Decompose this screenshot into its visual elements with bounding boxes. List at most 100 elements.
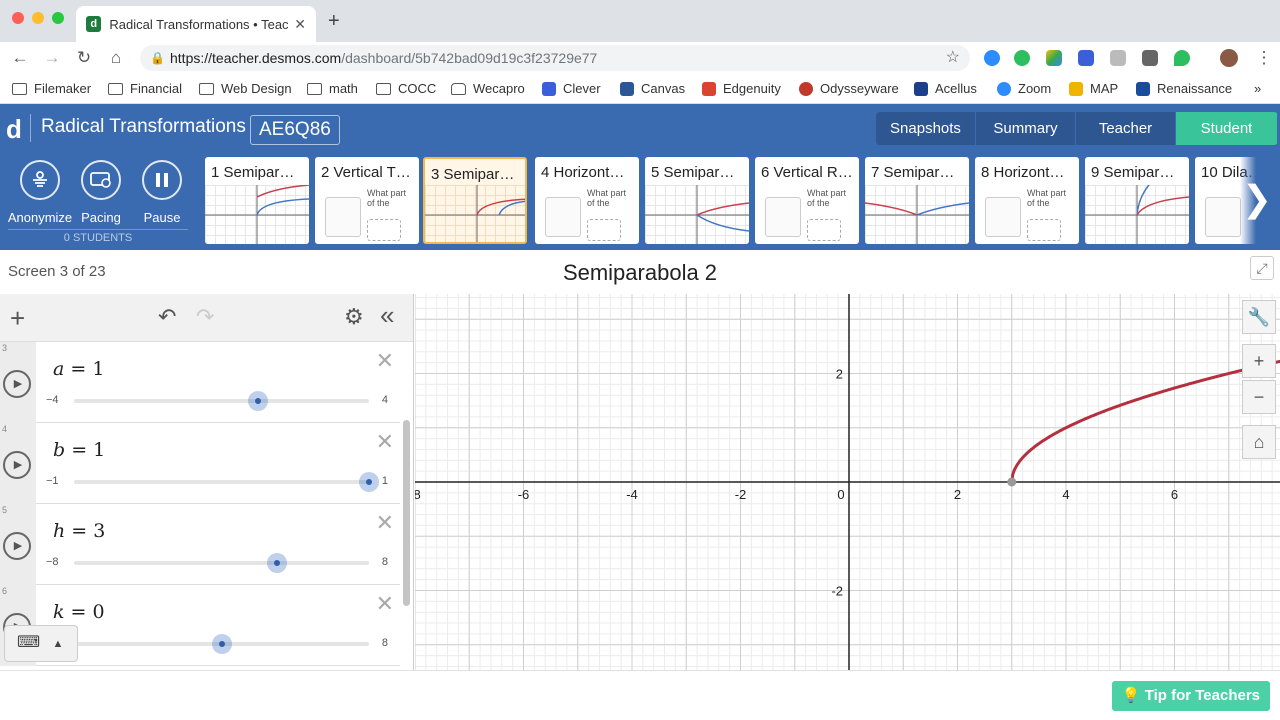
collapse-panel-icon[interactable]: « [380, 300, 394, 331]
bookmark-financial[interactable]: Financial [108, 81, 182, 96]
slider-value: 1 [92, 358, 105, 380]
graph-paper[interactable]: -8-6-4-2024682-2 [415, 294, 1280, 670]
nav-student[interactable]: Student [1176, 112, 1278, 145]
browser-tab[interactable]: d Radical Transformations • Teac ✕ [76, 6, 316, 42]
delete-expression-icon[interactable]: ✕ [376, 429, 394, 455]
next-screens-chevron-icon[interactable]: ❯ [1240, 152, 1280, 250]
slider-track[interactable] [74, 634, 369, 654]
bookmark-math[interactable]: math [307, 81, 358, 96]
more-bookmarks-icon[interactable]: » [1254, 81, 1261, 96]
clever-extension-icon[interactable] [1078, 50, 1094, 66]
class-code[interactable]: AE6Q86 [250, 115, 340, 145]
slider-min[interactable]: −4 [46, 394, 59, 406]
slider-handle[interactable] [266, 553, 287, 573]
slider-handle[interactable] [211, 634, 232, 654]
pause-button[interactable]: Pause [127, 160, 197, 225]
fullscreen-icon[interactable]: ⤢ [1250, 256, 1274, 280]
slider-handle[interactable] [248, 391, 269, 411]
slider-min[interactable]: −8 [46, 556, 59, 568]
bookmark-web-design[interactable]: Web Design [199, 81, 292, 96]
slider-handle[interactable] [359, 472, 379, 492]
expression-math[interactable]: b = 1 [53, 439, 105, 461]
close-tab-icon[interactable]: ✕ [294, 16, 306, 33]
slider-track[interactable] [74, 553, 369, 573]
gear-icon[interactable]: ⚙ [344, 304, 364, 330]
nav-snapshots[interactable]: Snapshots [876, 112, 976, 145]
play-slider-icon[interactable]: ▶ [3, 451, 31, 479]
bookmark-zoom[interactable]: Zoom [997, 81, 1051, 96]
bookmark-wecapro[interactable]: Wecapro [451, 81, 525, 96]
screen-thumbnail-9[interactable]: 9 Semipar… [1085, 157, 1189, 244]
slider-max[interactable]: 4 [382, 394, 388, 406]
desmos-logo[interactable]: d [6, 114, 22, 145]
extension-c-dark-icon[interactable] [1142, 50, 1158, 66]
home-icon[interactable]: ⌂ [106, 48, 126, 68]
slider-min[interactable]: −1 [46, 475, 59, 487]
bookmark-map[interactable]: MAP [1069, 81, 1118, 96]
bookmark-canvas[interactable]: Canvas [620, 81, 685, 96]
nav-summary[interactable]: Summary [976, 112, 1076, 145]
screen-thumbnail-8[interactable]: 8 Horizont… What part of the [975, 157, 1079, 244]
play-slider-icon[interactable]: ▶ [3, 370, 31, 398]
screen-thumbnail-7[interactable]: 7 Semipar… [865, 157, 969, 244]
pacing-button[interactable]: Pacing [66, 160, 136, 225]
wrench-icon[interactable]: 🔧 [1242, 300, 1276, 334]
slider-max[interactable]: 1 [382, 475, 388, 487]
back-icon[interactable]: ← [10, 48, 30, 68]
expression-math[interactable]: a = 1 [53, 358, 104, 380]
add-expression-icon[interactable]: + [10, 303, 25, 334]
delete-expression-icon[interactable]: ✕ [376, 510, 394, 536]
play-slider-icon[interactable]: ▶ [3, 532, 31, 560]
expression-math[interactable]: h = 3 [53, 520, 105, 542]
undo-icon[interactable]: ↶ [158, 304, 176, 330]
zoom-extension-icon[interactable] [984, 50, 1000, 66]
bookmark-clever[interactable]: Clever [542, 81, 601, 96]
extension-c-icon[interactable] [1110, 50, 1126, 66]
url-field[interactable]: 🔒 https://teacher.desmos.com/dashboard/5… [140, 45, 970, 71]
screen-thumbnail-2[interactable]: 2 Vertical T… What part of the [315, 157, 419, 244]
delete-expression-icon[interactable]: ✕ [376, 348, 394, 374]
zoom-in-icon[interactable]: + [1242, 344, 1276, 378]
evernote-extension-icon[interactable] [1014, 50, 1030, 66]
screen-thumbnail-1[interactable]: 1 Semipar… [205, 157, 309, 244]
bookmark-star-icon[interactable]: ☆ [946, 45, 960, 71]
bookmark-cocc[interactable]: COCC [376, 81, 436, 96]
expression-scrollbar[interactable] [403, 420, 410, 606]
expression-row[interactable]: 4 ▶ b = 1 ✕ −1 1 [0, 423, 400, 504]
bookmark-edgenuity[interactable]: Edgenuity [702, 81, 781, 96]
screen-thumbnail-4[interactable]: 4 Horizont… What part of the [535, 157, 639, 244]
browser-menu-icon[interactable]: ⋮ [1254, 48, 1274, 68]
slider-max[interactable]: 8 [382, 556, 388, 568]
bookmark-odysseyware[interactable]: Odysseyware [799, 81, 899, 96]
maximize-window-button[interactable] [52, 12, 64, 24]
anonymize-button[interactable]: Anonymize [5, 160, 75, 225]
home-view-icon[interactable]: ⌂ [1242, 425, 1276, 459]
expression-row[interactable]: 5 ▶ h = 3 ✕ −8 8 [0, 504, 400, 585]
close-window-button[interactable] [12, 12, 24, 24]
keyboard-toggle-button[interactable]: ⌨ ▲ [4, 625, 78, 662]
expression-row[interactable]: 3 ▶ a = 1 ✕ −4 4 [0, 342, 400, 423]
bookmark-renaissance[interactable]: Renaissance [1136, 81, 1232, 96]
bookmark-acellus[interactable]: Acellus [914, 81, 977, 96]
slider-max[interactable]: 8 [382, 637, 388, 649]
nav-teacher[interactable]: Teacher [1076, 112, 1176, 145]
google-drive-extension-icon[interactable] [1046, 50, 1062, 66]
zoom-out-icon[interactable]: − [1242, 380, 1276, 414]
expression-math[interactable]: k = 0 [53, 601, 105, 623]
new-tab-icon[interactable]: + [328, 10, 340, 33]
reload-icon[interactable]: ↻ [74, 48, 94, 68]
bookmark-filemaker[interactable]: Filemaker [12, 81, 91, 96]
delete-expression-icon[interactable]: ✕ [376, 591, 394, 617]
screen-thumbnail-5[interactable]: 5 Semipar… [645, 157, 749, 244]
profile-avatar[interactable] [1220, 49, 1238, 67]
chat-extension-icon[interactable] [1174, 50, 1190, 66]
screen-thumbnail-6[interactable]: 6 Vertical R… What part of the [755, 157, 859, 244]
minimize-window-button[interactable] [32, 12, 44, 24]
slider-track[interactable] [74, 472, 379, 492]
graph-canvas[interactable]: -8-6-4-2024682-2 [415, 294, 1280, 670]
forward-icon[interactable]: → [42, 48, 62, 68]
screen-thumbnail-3[interactable]: 3 Semipar… [423, 157, 527, 244]
slider-track[interactable] [74, 391, 369, 411]
tip-for-teachers-button[interactable]: 💡 Tip for Teachers [1111, 681, 1270, 711]
redo-icon[interactable]: ↷ [196, 304, 214, 330]
